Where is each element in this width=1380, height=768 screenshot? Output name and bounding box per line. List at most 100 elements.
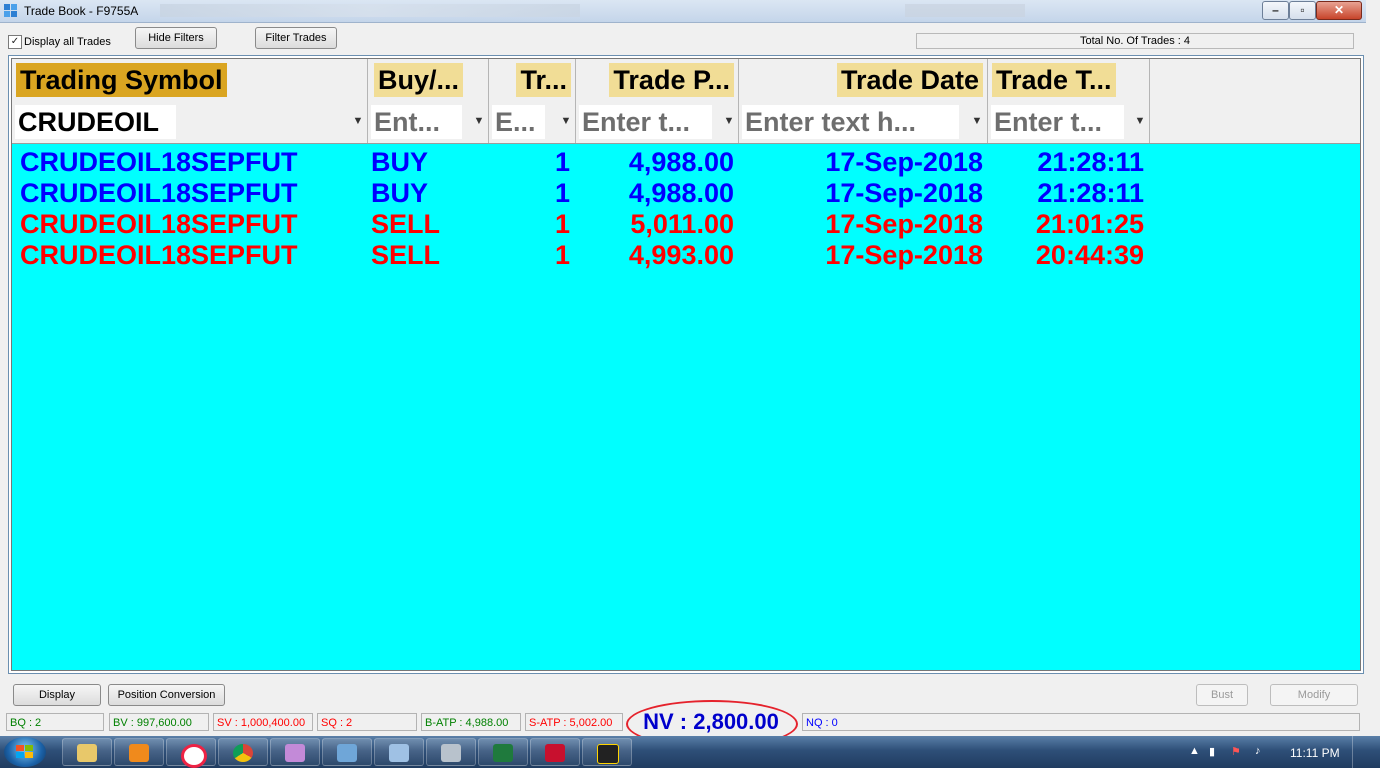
window-title: Trade Book - F9755A [24,4,139,18]
close-icon: ✕ [1333,3,1345,17]
filter-input-trade-qty[interactable]: E... [492,105,545,139]
filter-trades-button[interactable]: Filter Trades [255,27,337,49]
taskbar-item-folder-app[interactable] [322,738,372,766]
hide-filters-button[interactable]: Hide Filters [135,27,217,49]
minimize-button[interactable]: – [1262,1,1289,20]
taskbar: ▲ ▮ ⚑ ♪ 11:11 PM [0,736,1380,768]
cell-time: 21:01:25 [1035,209,1144,239]
folder-app-icon [337,744,357,762]
close-button[interactable]: ✕ [1316,1,1362,20]
table-row[interactable]: CRUDEOIL18SEPFUT BUY 1 4,988.00 17-Sep-2… [12,147,1360,178]
filter-input-trade-time[interactable]: Enter t... [991,105,1124,139]
tray-expand-icon[interactable]: ▲ [1189,745,1200,757]
taskbar-item-lifebuoy[interactable] [166,738,216,768]
cell-symbol: CRUDEOIL18SEPFUT [20,178,298,208]
cell-qty: 1 [554,178,570,208]
cell-symbol: CRUDEOIL18SEPFUT [20,240,298,270]
filter-input-trade-price[interactable]: Enter t... [579,105,712,139]
bust-button[interactable]: Bust [1196,684,1248,706]
filter-cell-trade-time: Enter t... ▼ [988,101,1150,143]
taskbar-item-chart-app[interactable] [582,738,632,766]
volume-icon[interactable]: ♪ [1255,745,1261,757]
status-nq: NQ : 0 [802,713,1360,731]
taskbar-item-calculator[interactable] [426,738,476,766]
status-bq: BQ : 2 [6,713,104,731]
total-trades-count: Total No. Of Trades : 4 [916,33,1354,49]
maximize-button[interactable]: ▫ [1289,1,1316,20]
cell-symbol: CRUDEOIL18SEPFUT [20,147,298,177]
background-title-blur [160,4,580,17]
column-header-label: Tr... [516,63,571,97]
column-header-trade-time[interactable]: Trade T... [988,59,1150,101]
display-all-checkbox[interactable]: ✓ [8,35,22,49]
status-b-atp: B-ATP : 4,988.00 [421,713,521,731]
filter-input-buy-sell[interactable]: Ent... [371,105,462,139]
windows-start-icon [16,745,33,758]
taskbar-item-excel[interactable] [478,738,528,766]
chrome-icon [233,744,253,762]
filter-cell-buy-sell: Ent... ▼ [368,101,489,143]
taskbar-item-explorer[interactable] [62,738,112,766]
media-player-icon [129,744,149,762]
cell-date: 17-Sep-2018 [825,147,983,177]
cell-price: 4,988.00 [628,178,734,208]
cell-date: 17-Sep-2018 [825,178,983,208]
filter-input-trading-symbol[interactable]: CRUDEOIL [15,105,176,139]
table-row[interactable]: CRUDEOIL18SEPFUT SELL 1 5,011.00 17-Sep-… [12,209,1360,240]
table-row[interactable]: CRUDEOIL18SEPFUT BUY 1 4,988.00 17-Sep-2… [12,178,1360,209]
status-s-atp: S-ATP : 5,002.00 [525,713,623,731]
start-button[interactable] [4,737,46,767]
taskbar-item-media[interactable] [114,738,164,766]
file-explorer-icon [77,744,97,762]
app-puzzle-icon [4,4,17,17]
status-bv: BV : 997,600.00 [109,713,209,731]
filter-funnel-icon[interactable]: ▼ [723,115,735,127]
column-header-label: Trading Symbol [16,63,227,97]
window-app-icon [389,744,409,762]
show-desktop-button[interactable] [1352,736,1367,768]
taskbar-item-triangle-app[interactable] [270,738,320,766]
cell-qty: 1 [554,240,570,270]
taskbar-item-pdf[interactable] [530,738,580,766]
filter-funnel-icon[interactable]: ▼ [352,115,364,127]
filter-input-trade-date[interactable]: Enter text h... [742,105,959,139]
chart-app-icon [597,744,619,764]
action-center-flag-icon[interactable]: ⚑ [1231,745,1241,758]
cell-date: 17-Sep-2018 [825,209,983,239]
cell-side: BUY [371,147,429,177]
filter-funnel-icon[interactable]: ▼ [971,115,983,127]
filter-cell-trading-symbol: CRUDEOIL ▼ [12,101,368,143]
column-header-row: Trading Symbol Buy/... Tr... Trade P... … [12,59,1360,101]
taskbar-item-chrome[interactable] [218,738,268,766]
cell-date: 17-Sep-2018 [825,240,983,270]
cell-time: 21:28:11 [1037,178,1144,208]
column-header-buy-sell[interactable]: Buy/... [368,59,489,101]
taskbar-clock[interactable]: 11:11 PM [1290,746,1340,760]
background-title-blur [905,4,1025,17]
cell-side: SELL [371,240,441,270]
modify-button[interactable]: Modify [1270,684,1358,706]
table-row[interactable]: CRUDEOIL18SEPFUT SELL 1 4,993.00 17-Sep-… [12,240,1360,271]
cell-side: SELL [371,209,441,239]
network-signal-icon[interactable]: ▮ [1209,745,1215,758]
display-all-label: Display all Trades [24,36,111,48]
filter-cell-trade-price: Enter t... ▼ [576,101,739,143]
filter-funnel-icon[interactable]: ▼ [473,115,485,127]
filter-funnel-icon[interactable]: ▼ [560,115,572,127]
filter-funnel-icon[interactable]: ▼ [1134,115,1146,127]
column-header-trade-date[interactable]: Trade Date [739,59,988,101]
position-conversion-button[interactable]: Position Conversion [108,684,225,706]
status-sq: SQ : 2 [317,713,417,731]
taskbar-item-window-app[interactable] [374,738,424,766]
filter-cell-trade-date: Enter text h... ▼ [739,101,988,143]
column-header-trade-price[interactable]: Trade P... [576,59,739,101]
trade-grid: Trading Symbol Buy/... Tr... Trade P... … [8,55,1364,674]
calculator-icon [441,744,461,762]
display-button[interactable]: Display [13,684,101,706]
trade-grid-body: Trading Symbol Buy/... Tr... Trade P... … [11,58,1361,671]
filter-cell-trade-qty: E... ▼ [489,101,576,143]
cell-symbol: CRUDEOIL18SEPFUT [20,209,298,239]
column-header-trading-symbol[interactable]: Trading Symbol [12,59,368,101]
column-header-trade-qty[interactable]: Tr... [489,59,576,101]
cell-price: 5,011.00 [630,209,734,239]
